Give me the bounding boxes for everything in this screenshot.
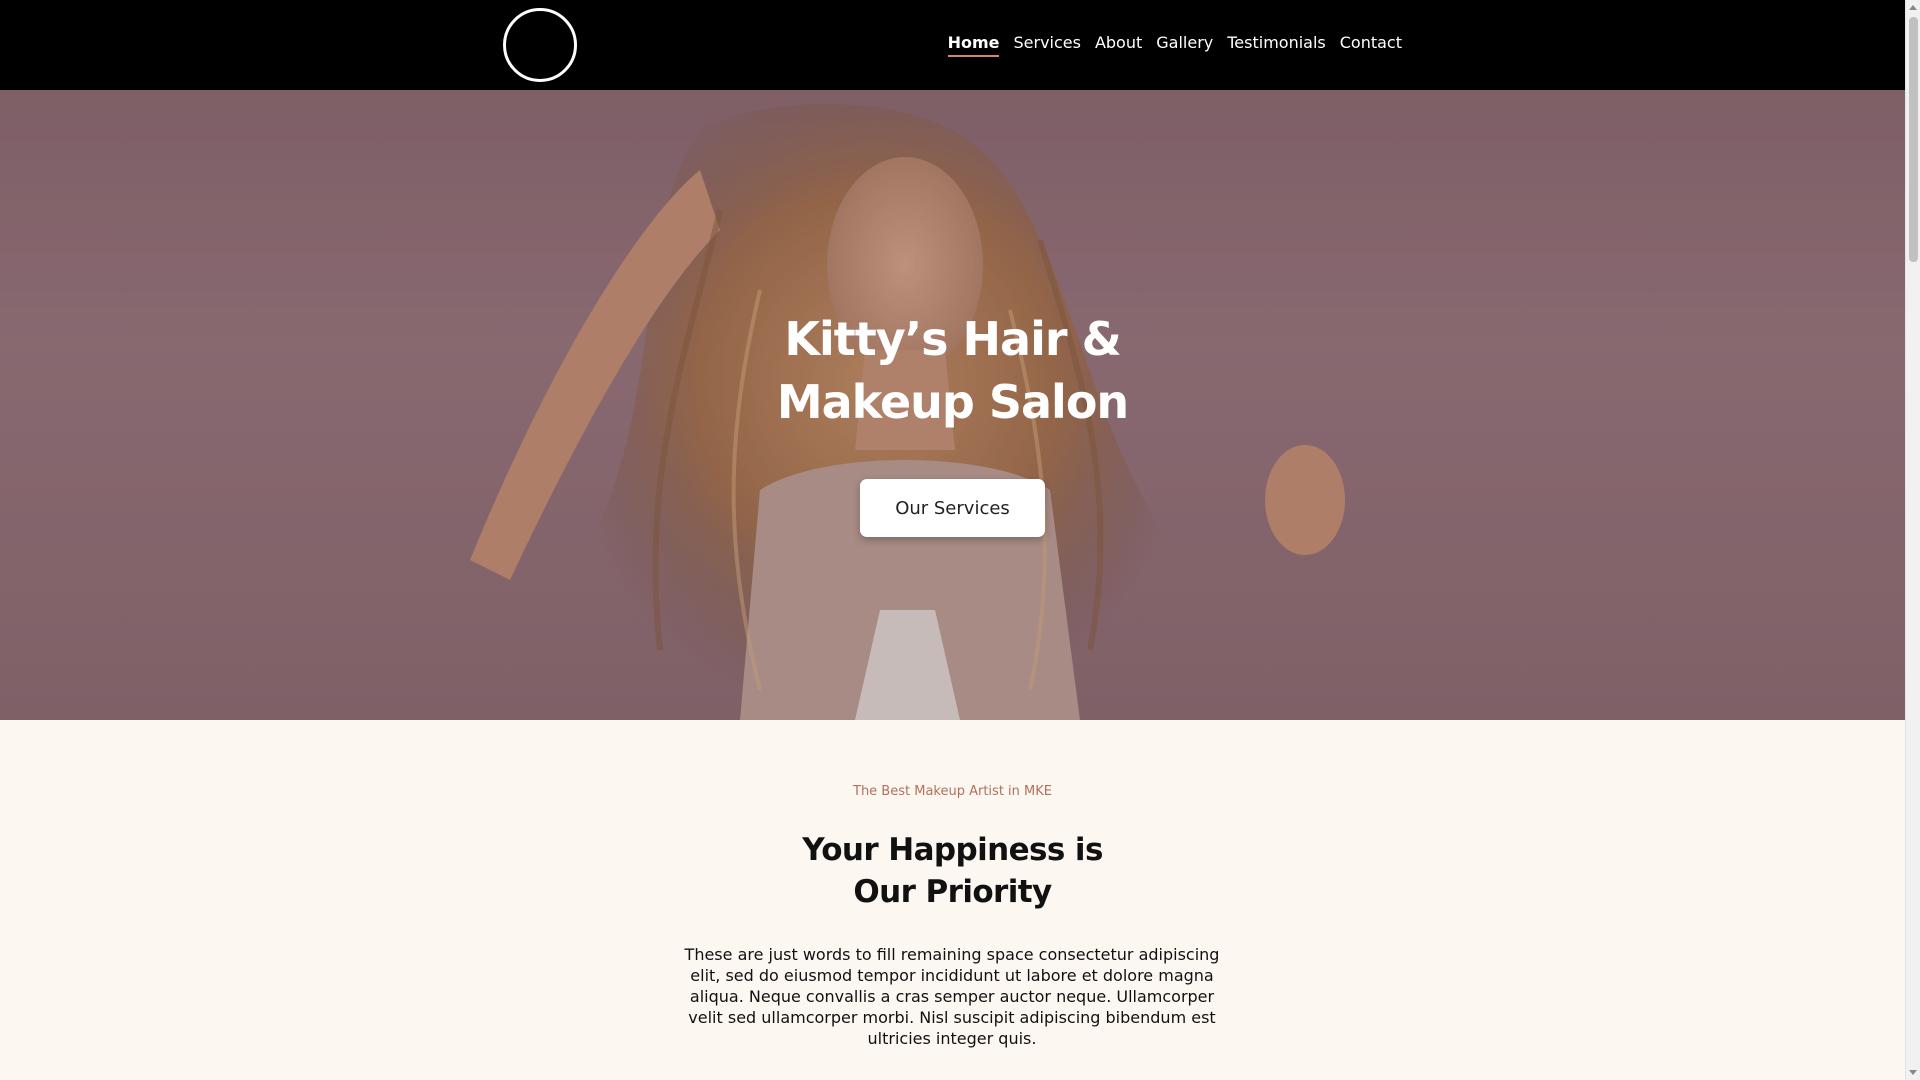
scroll-thumb[interactable] — [1909, 17, 1918, 262]
hero-section: Kitty’s Hair & Makeup Salon Our Services — [0, 90, 1905, 720]
hero-title: Kitty’s Hair & Makeup Salon — [0, 308, 1905, 434]
section-title-line2: Our Priority — [853, 874, 1052, 910]
hero-title-line2: Makeup Salon — [776, 375, 1129, 429]
nav-testimonials[interactable]: Testimonials — [1227, 33, 1326, 57]
our-services-button[interactable]: Our Services — [860, 479, 1045, 537]
nav-gallery[interactable]: Gallery — [1156, 33, 1213, 57]
vertical-scrollbar[interactable] — [1905, 0, 1920, 1080]
scroll-up-icon[interactable] — [1909, 5, 1917, 10]
tagline: The Best Makeup Artist in MKE — [853, 784, 1052, 799]
site-header: Home Services About Gallery Testimonials… — [0, 0, 1905, 90]
nav-home[interactable]: Home — [947, 33, 1000, 57]
scroll-down-icon[interactable] — [1909, 1070, 1917, 1075]
nav-services[interactable]: Services — [1013, 33, 1080, 57]
nav-contact[interactable]: Contact — [1340, 33, 1402, 57]
page: Home Services About Gallery Testimonials… — [0, 0, 1920, 1080]
section-title-line1: Your Happiness is — [802, 832, 1103, 868]
section-body-text: These are just words to fill remaining s… — [684, 945, 1220, 1048]
hero-title-line1: Kitty’s Hair & — [784, 312, 1121, 366]
section-title: Your Happiness is Our Priority — [0, 829, 1905, 913]
logo-circle-icon[interactable] — [503, 8, 577, 82]
nav-about[interactable]: About — [1095, 33, 1142, 57]
main-nav: Home Services About Gallery Testimonials… — [947, 33, 1402, 57]
